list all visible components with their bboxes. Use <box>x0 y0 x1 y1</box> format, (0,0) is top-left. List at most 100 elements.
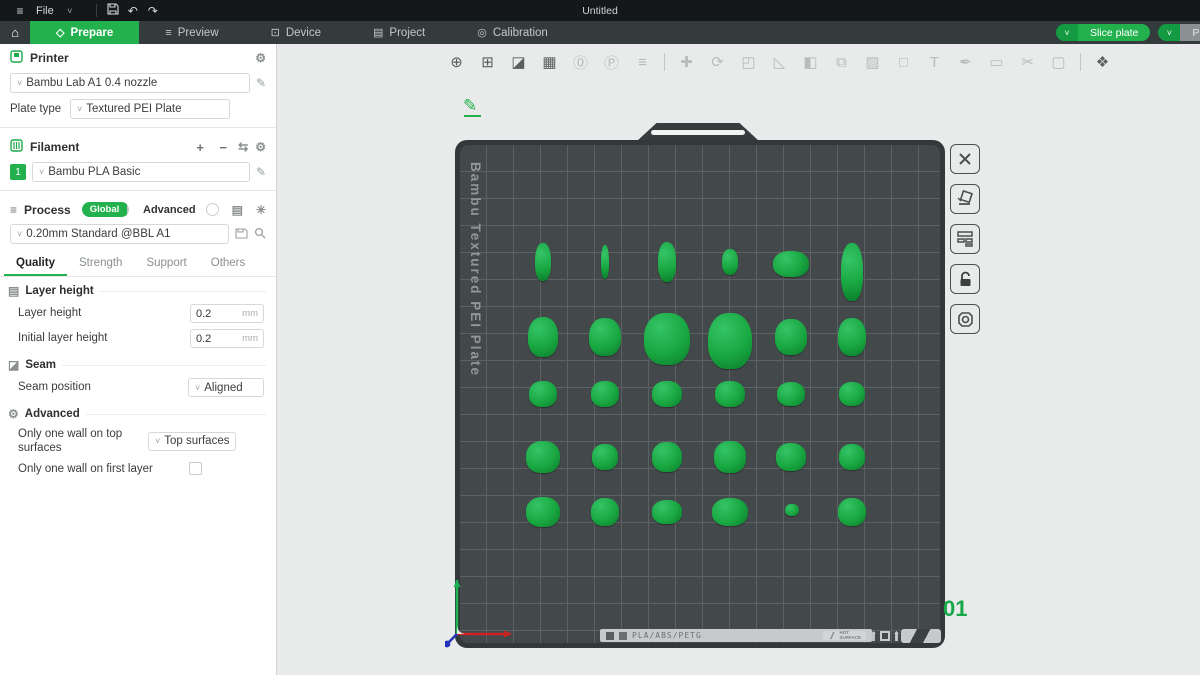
model-object[interactable] <box>591 498 619 526</box>
filament-edit-icon[interactable]: ✎ <box>256 165 266 179</box>
remove-filament-button[interactable]: − <box>215 140 231 155</box>
model-object[interactable] <box>839 382 865 406</box>
tab-preview[interactable]: ≡ Preview <box>139 21 244 44</box>
title-bar: ≡ File ˅ ↶ ↷ Untitled <box>0 0 1200 21</box>
scope-objects[interactable]: Objects <box>127 202 129 217</box>
add-plate-icon[interactable]: ⊞ <box>474 49 501 75</box>
arrange-icon[interactable]: ▦ <box>536 49 563 75</box>
print-dropdown-icon[interactable]: ˅ <box>1158 24 1180 41</box>
process-preset-select[interactable]: ˅ 0.20mm Standard @BBL A1 <box>10 224 229 244</box>
model-object[interactable] <box>838 498 866 526</box>
tab-label: Calibration <box>493 27 548 39</box>
layer-height-row: Layer height 0.2 mm <box>0 301 276 326</box>
plate-type-select[interactable]: ˅ Textured PEI Plate <box>70 99 230 119</box>
model-object[interactable] <box>529 381 557 407</box>
redo-icon[interactable]: ↷ <box>143 4 163 18</box>
model-object[interactable] <box>838 318 866 356</box>
tab-quality[interactable]: Quality <box>4 253 67 276</box>
tab-support[interactable]: Support <box>134 253 198 276</box>
filament-settings-gear-icon[interactable]: ⚙ <box>255 140 266 154</box>
model-object[interactable] <box>526 441 560 473</box>
initial-layer-height-input[interactable]: 0.2 mm <box>190 329 264 348</box>
printer-settings-gear-icon[interactable]: ⚙ <box>255 51 266 65</box>
model-object[interactable] <box>773 251 809 277</box>
model-object[interactable] <box>722 249 738 275</box>
plate-material-label: PLA/ABS/PETG <box>632 631 702 640</box>
slice-dropdown-icon[interactable]: ˅ <box>1056 24 1078 41</box>
arrange-plate-button[interactable] <box>950 224 980 254</box>
printer-preset-select[interactable]: ˅ Bambu Lab A1 0.4 nozzle <box>10 73 250 93</box>
add-filament-button[interactable]: + <box>192 140 208 155</box>
model-object[interactable] <box>776 443 806 471</box>
model-object[interactable] <box>535 243 551 281</box>
layer-height-input[interactable]: 0.2 mm <box>190 304 264 323</box>
seam-position-select[interactable]: ˅ Aligned <box>188 378 264 397</box>
undo-icon[interactable]: ↶ <box>123 4 143 18</box>
add-model-icon[interactable]: ⊕ <box>443 49 470 75</box>
lock-plate-button[interactable] <box>950 264 980 294</box>
variable-layer-height-icon: ≡ <box>629 49 656 75</box>
model-object[interactable] <box>601 245 609 279</box>
wall-first-layer-checkbox[interactable] <box>189 462 202 475</box>
parameter-list-icon[interactable]: ▤ <box>232 203 243 217</box>
model-object[interactable] <box>591 381 619 407</box>
advanced-toggle[interactable] <box>206 203 219 216</box>
home-button[interactable]: ⌂ <box>0 21 30 44</box>
model-object[interactable] <box>708 313 752 369</box>
model-object[interactable] <box>526 497 560 527</box>
chevron-down-icon[interactable]: ˅ <box>60 6 80 16</box>
file-menu-label[interactable]: File <box>36 5 54 17</box>
model-object[interactable] <box>715 381 745 407</box>
auto-orient-plate-button[interactable] <box>950 184 980 214</box>
model-object[interactable] <box>652 500 682 524</box>
tab-device[interactable]: ⊡ Device <box>245 21 347 44</box>
tab-others[interactable]: Others <box>199 253 258 276</box>
slice-plate-button[interactable]: ˅ Slice plate <box>1056 24 1150 41</box>
model-object[interactable] <box>777 382 805 406</box>
model-object[interactable] <box>839 444 865 470</box>
delete-plate-button[interactable] <box>950 144 980 174</box>
printer-edit-icon[interactable]: ✎ <box>256 76 266 90</box>
tab-calibration[interactable]: ◎ Calibration <box>451 21 574 44</box>
model-object[interactable] <box>528 317 558 357</box>
viewport-3d[interactable]: ⊕⊞◪▦⓪Ⓟ≡✚⟳◰◺◧⧉▨□T✒▭✂▢❖ ✎ Bambu Textured P… <box>277 44 1200 675</box>
model-object[interactable] <box>775 319 807 355</box>
hamburger-icon[interactable]: ≡ <box>10 4 30 18</box>
wizard-icon[interactable]: ✳ <box>256 203 266 217</box>
print-button[interactable]: ˅ Print <box>1158 24 1200 41</box>
model-object[interactable] <box>589 318 621 356</box>
file-menu[interactable]: ≡ File ˅ <box>0 0 90 21</box>
save-preset-icon[interactable] <box>235 227 248 242</box>
model-object[interactable] <box>841 243 863 301</box>
tab-prepare[interactable]: ◇ Prepare <box>30 21 139 44</box>
model-object[interactable] <box>592 444 618 470</box>
wall-top-select[interactable]: ˅ Top surfaces <box>148 432 236 451</box>
layer-height-icon: ▤ <box>8 284 19 298</box>
flush-volumes-icon[interactable]: ⇆ <box>238 140 248 154</box>
assembly-view-icon[interactable]: ❖ <box>1089 49 1116 75</box>
model-object[interactable] <box>658 242 676 282</box>
filament-preset-select[interactable]: ˅ Bambu PLA Basic <box>32 162 250 182</box>
model-object[interactable] <box>714 441 746 473</box>
plate-settings-button[interactable] <box>950 304 980 334</box>
wall-top-row: Only one wall on top surfaces ˅ Top surf… <box>0 424 276 459</box>
save-icon[interactable] <box>103 3 123 18</box>
tab-project[interactable]: ▤ Project <box>347 21 451 44</box>
tab-strength[interactable]: Strength <box>67 253 134 276</box>
filament-slot-badge[interactable]: 1 <box>10 164 26 180</box>
auto-orient-icon[interactable]: ◪ <box>505 49 532 75</box>
process-scope-toggle[interactable]: Global Objects <box>82 202 129 217</box>
rotate-icon: ⟳ <box>704 49 731 75</box>
model-object[interactable] <box>644 313 690 365</box>
tab-label: Device <box>286 27 321 39</box>
model-object[interactable] <box>785 504 799 516</box>
model-object[interactable] <box>652 381 682 407</box>
search-icon[interactable] <box>254 227 266 242</box>
seam-painting-icon: ✂ <box>1014 49 1041 75</box>
model-object[interactable] <box>652 442 682 472</box>
preview-icon: ≡ <box>165 27 171 39</box>
scope-global[interactable]: Global <box>82 202 128 217</box>
plate-number[interactable]: 01 <box>943 596 967 622</box>
model-object[interactable] <box>712 498 748 526</box>
edit-plate-name-icon[interactable]: ✎ <box>463 96 485 118</box>
